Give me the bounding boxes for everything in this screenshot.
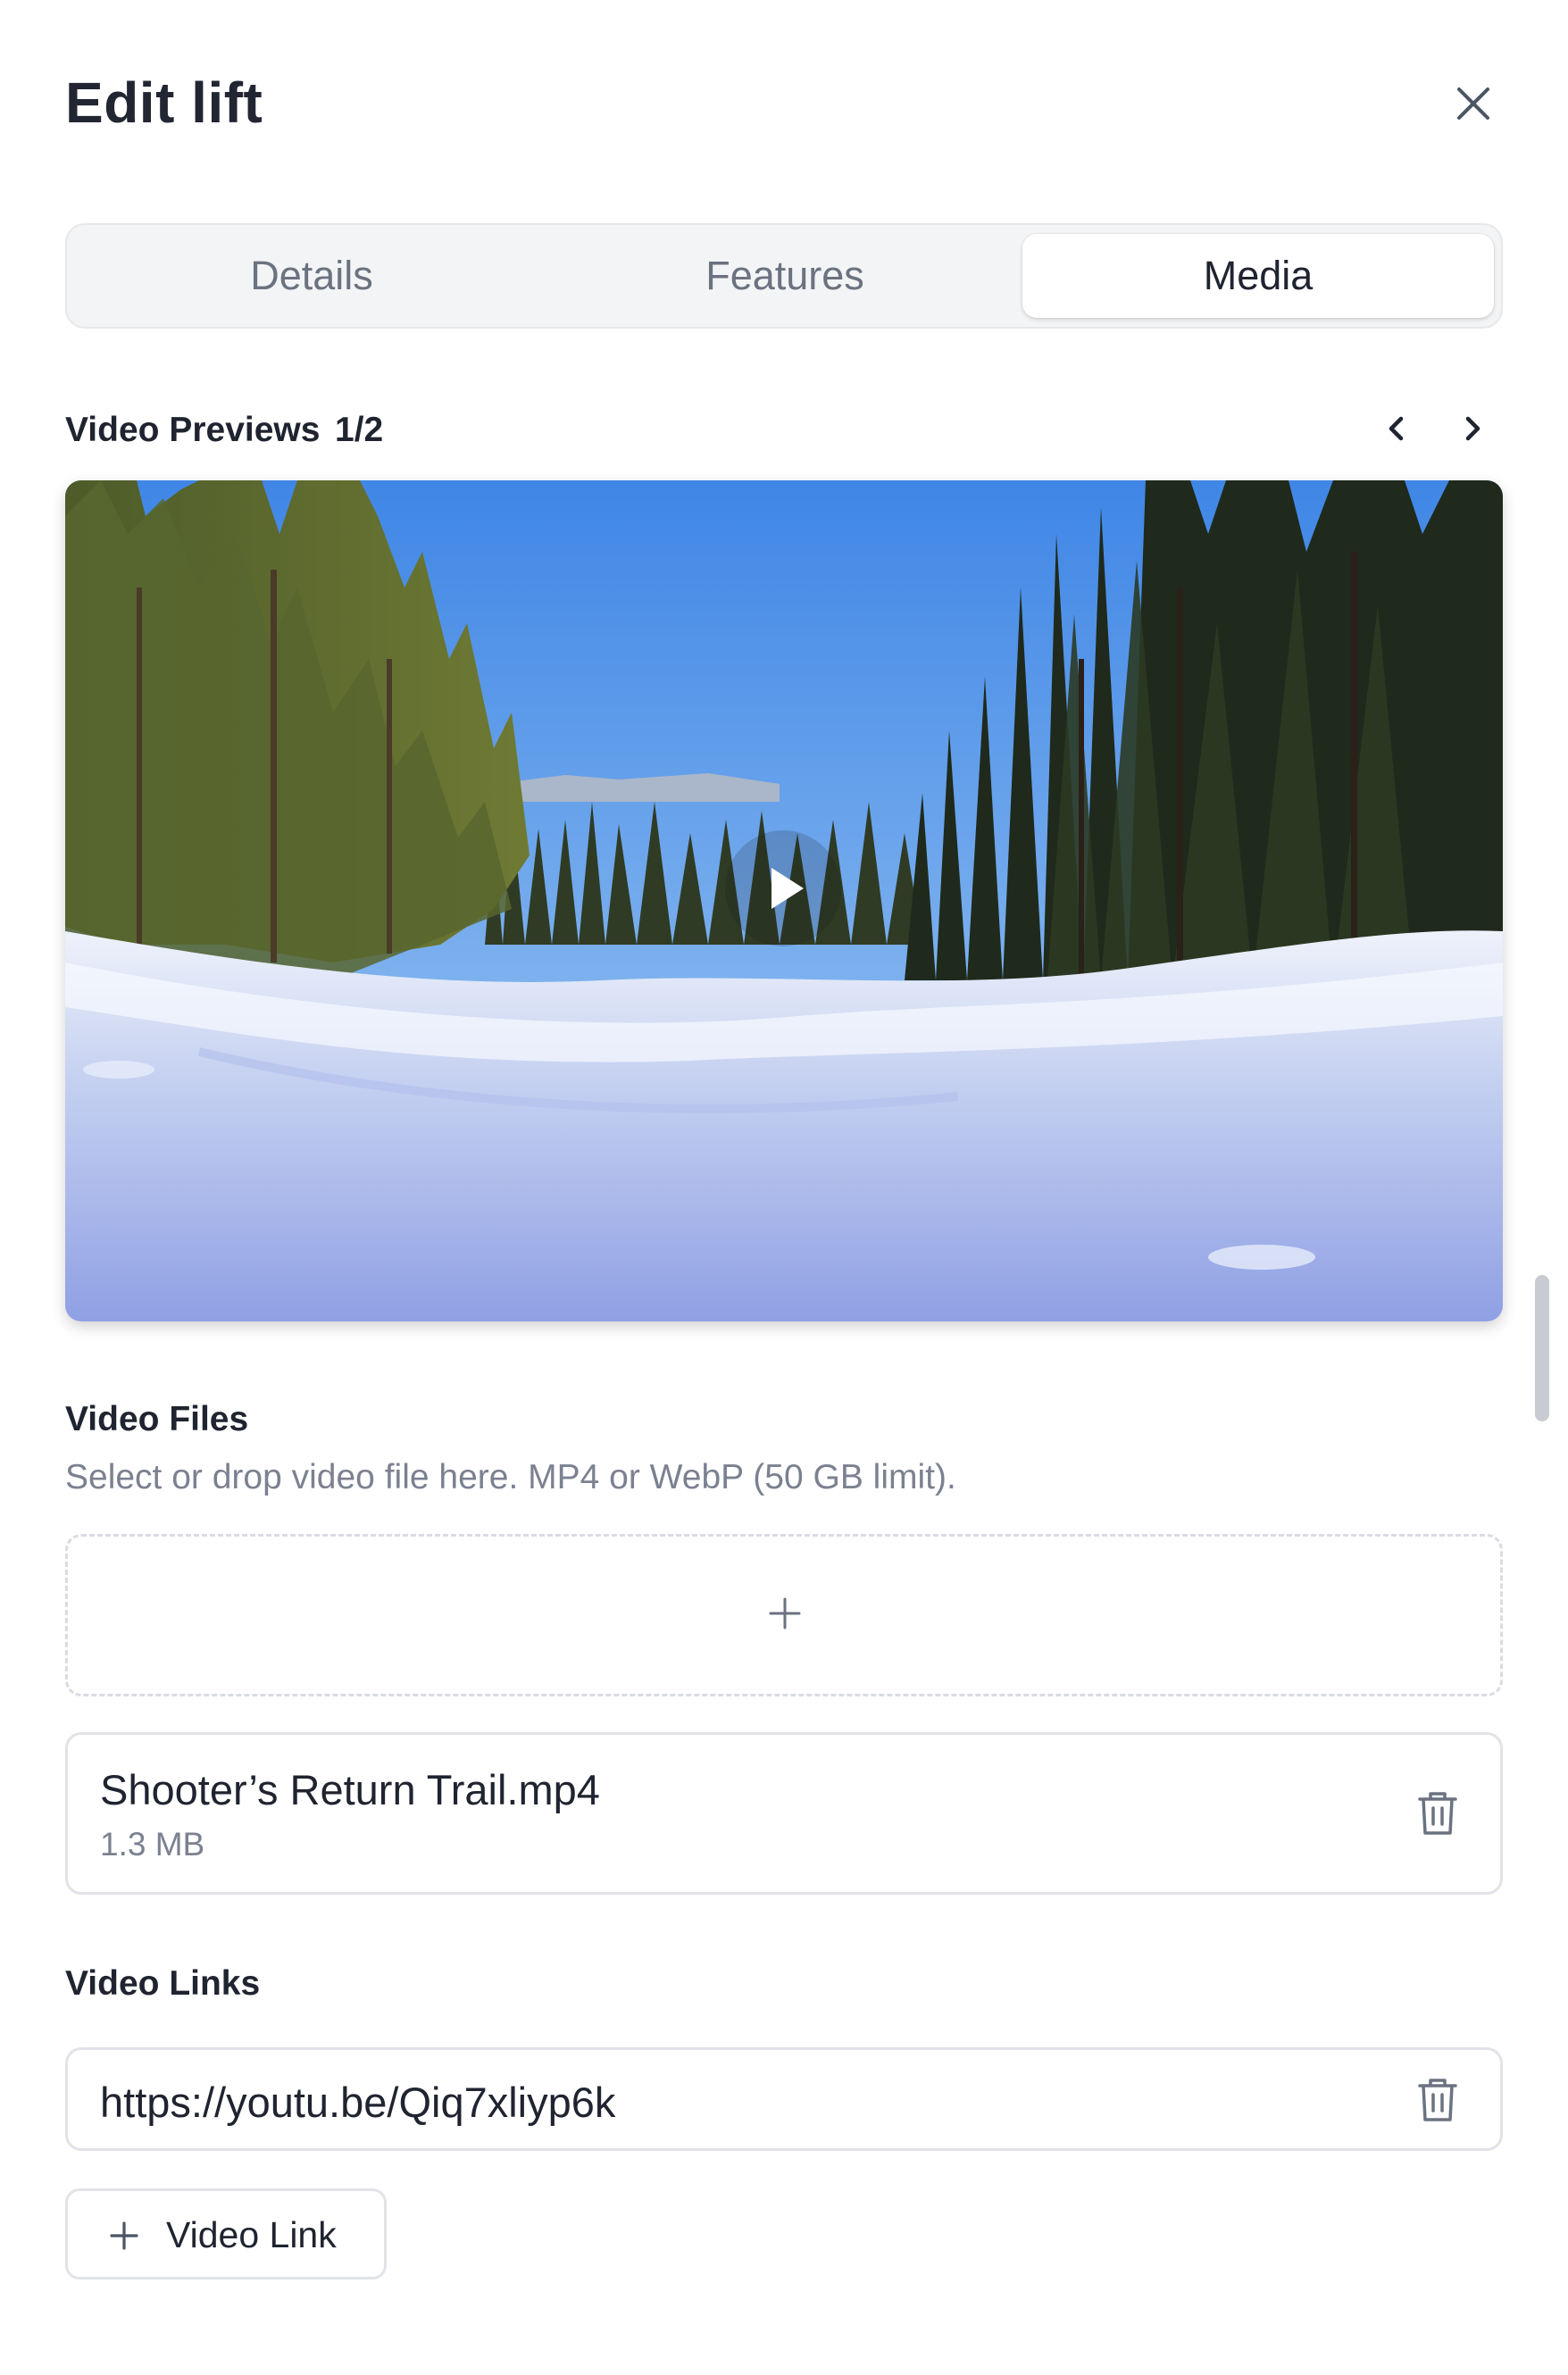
previous-preview-button[interactable] <box>1375 406 1420 451</box>
video-links-label: Video Links <box>65 1964 261 2003</box>
video-link-url[interactable]: https://youtu.be/Qiq7xliyp6k <box>100 2078 615 2127</box>
plus-icon <box>769 1597 801 1629</box>
add-video-link-label: Video Link <box>166 2214 337 2255</box>
video-file-name: Shooter’s Return Trail.mp4 <box>100 1766 600 1813</box>
play-icon <box>771 868 804 909</box>
video-link-field[interactable]: https://youtu.be/Qiq7xliyp6k <box>65 2047 1503 2151</box>
video-previews-label: Video Previews <box>65 411 321 449</box>
video-file-size: 1.3 MB <box>100 1826 205 1862</box>
tab-features[interactable]: Features <box>547 234 1022 318</box>
delete-file-button[interactable] <box>1414 1788 1461 1838</box>
next-preview-button[interactable] <box>1449 406 1494 451</box>
video-previews-counter: 1/2 <box>335 411 384 449</box>
trash-icon <box>1418 2079 1457 2121</box>
close-button[interactable] <box>1448 79 1498 129</box>
video-files-label: Video Files <box>65 1400 249 1438</box>
tab-details[interactable]: Details <box>74 234 549 318</box>
tab-media[interactable]: Media <box>1022 234 1494 318</box>
chevron-left-icon <box>1389 416 1404 441</box>
video-file-item: Shooter’s Return Trail.mp4 1.3 MB <box>65 1732 1503 1895</box>
play-button[interactable] <box>725 830 841 946</box>
plus-icon <box>110 2221 138 2250</box>
dialog-title: Edit lift <box>65 71 263 135</box>
tab-bar: Details Features Media <box>65 223 1503 329</box>
edit-lift-dialog: Edit lift Details Features Media Video P… <box>0 0 1568 2375</box>
close-icon <box>1457 88 1489 120</box>
delete-link-button[interactable] <box>1414 2075 1461 2125</box>
chevron-right-icon <box>1465 416 1480 441</box>
scrollbar-thumb[interactable] <box>1535 1275 1549 1421</box>
add-video-link-button[interactable]: Video Link <box>65 2188 387 2279</box>
video-files-help-text: Select or drop video file here. MP4 or W… <box>65 1458 956 1496</box>
video-file-dropzone[interactable] <box>65 1534 1503 1696</box>
trash-icon <box>1418 1792 1457 1835</box>
